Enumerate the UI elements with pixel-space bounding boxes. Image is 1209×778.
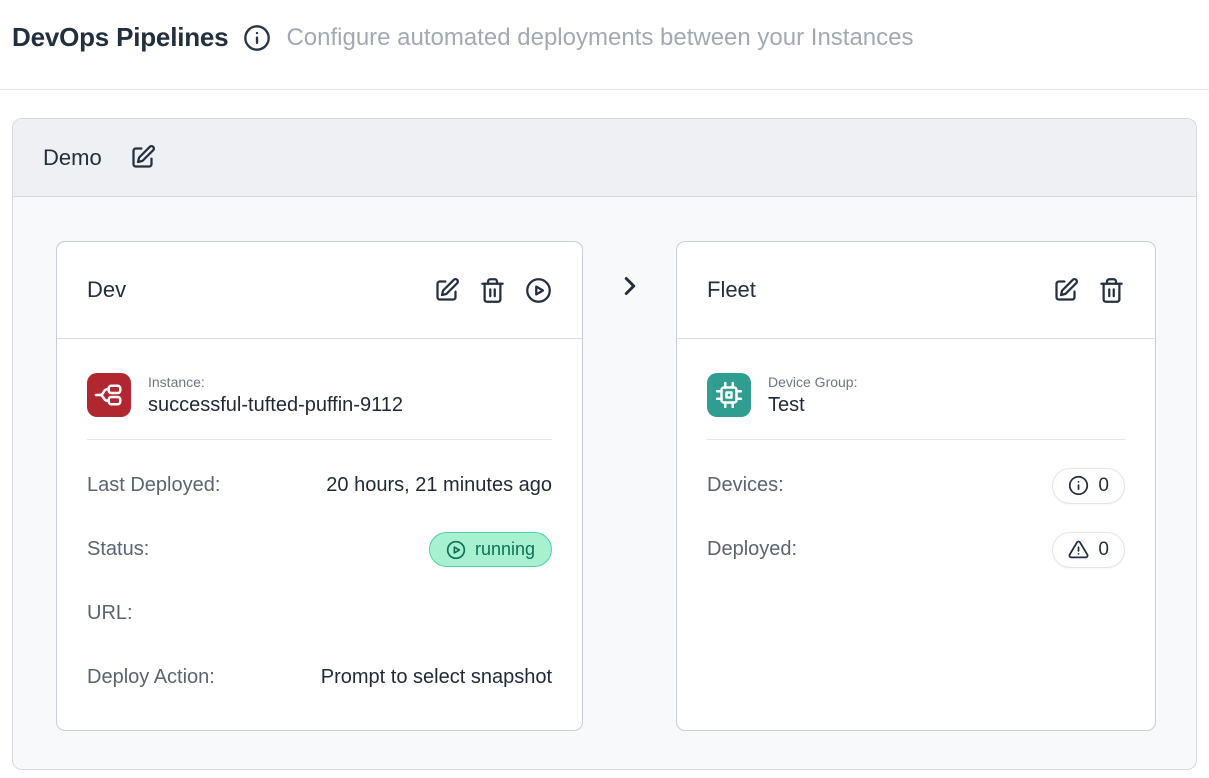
fleet-stage-card: Fleet (676, 241, 1156, 731)
status-row: Status: running (87, 531, 552, 568)
device-group-info: Device Group: Test (768, 374, 857, 417)
instance-label: Instance: (148, 374, 403, 390)
edit-icon (129, 144, 156, 171)
device-group-row: Device Group: Test (707, 373, 1125, 417)
deployed-label: Deployed: (707, 538, 797, 561)
page-header: DevOps Pipelines Configure automated dep… (0, 0, 1209, 90)
chevron-right-icon (615, 271, 645, 731)
edit-fleet-stage-button[interactable] (1052, 277, 1079, 304)
device-group-label: Device Group: (768, 374, 857, 390)
device-group-name: Test (768, 394, 857, 417)
devices-count: 0 (1098, 475, 1109, 497)
fleet-card-body: Device Group: Test Devices: 0 (677, 339, 1155, 568)
instance-name: successful-tufted-puffin-9112 (148, 394, 403, 417)
delete-fleet-stage-button[interactable] (1098, 277, 1125, 304)
pipeline-panel: Demo Dev (12, 118, 1197, 770)
edit-dev-stage-button[interactable] (433, 277, 460, 304)
status-label: Status: (87, 538, 149, 561)
edit-icon (433, 277, 460, 304)
fleet-card-header: Fleet (677, 242, 1155, 339)
pipeline-panel-header: Demo (13, 119, 1196, 197)
last-deployed-row: Last Deployed: 20 hours, 21 minutes ago (87, 467, 552, 504)
edit-pipeline-button[interactable] (129, 144, 156, 171)
dev-stage-card: Dev (56, 241, 583, 731)
deploy-action-row: Deploy Action: Prompt to select snapshot (87, 659, 552, 696)
instance-info: Instance: successful-tufted-puffin-9112 (148, 374, 403, 417)
deploy-action-label: Deploy Action: (87, 666, 215, 689)
dev-card-actions (433, 277, 552, 304)
deployed-count: 0 (1098, 539, 1109, 561)
pipeline-name: Demo (43, 145, 102, 171)
chip-icon (707, 373, 751, 417)
pipeline-panel-body: Dev (13, 197, 1196, 731)
fleet-card-title: Fleet (707, 277, 756, 303)
pipeline-connector (583, 241, 676, 731)
last-deployed-label: Last Deployed: (87, 474, 220, 497)
dev-card-title: Dev (87, 277, 126, 303)
devices-row: Devices: 0 (707, 467, 1125, 504)
play-circle-icon (525, 277, 552, 304)
edit-icon (1052, 277, 1079, 304)
deployed-row: Deployed: 0 (707, 531, 1125, 568)
deployed-count-badge[interactable]: 0 (1052, 532, 1125, 568)
devices-count-badge[interactable]: 0 (1052, 468, 1125, 504)
pipeline-icon (87, 373, 131, 417)
instance-row: Instance: successful-tufted-puffin-9112 (87, 373, 552, 417)
status-badge: running (429, 532, 552, 567)
url-row: URL: (87, 595, 552, 632)
page-subtitle: Configure automated deployments between … (286, 24, 913, 52)
play-circle-icon (446, 540, 466, 560)
deploy-action-value: Prompt to select snapshot (321, 666, 552, 689)
trash-icon (1098, 277, 1125, 304)
run-deploy-button[interactable] (525, 277, 552, 304)
info-icon[interactable] (243, 24, 271, 52)
dev-card-body: Instance: successful-tufted-puffin-9112 … (57, 339, 582, 696)
warning-triangle-icon (1068, 539, 1089, 560)
info-icon (1068, 475, 1089, 496)
delete-dev-stage-button[interactable] (479, 277, 506, 304)
last-deployed-value: 20 hours, 21 minutes ago (326, 474, 552, 497)
dev-card-header: Dev (57, 242, 582, 339)
trash-icon (479, 277, 506, 304)
devices-label: Devices: (707, 474, 784, 497)
url-label: URL: (87, 602, 133, 625)
fleet-card-actions (1052, 277, 1125, 304)
divider (87, 439, 552, 440)
status-text: running (475, 539, 535, 560)
divider (707, 439, 1125, 440)
page-title: DevOps Pipelines (12, 22, 228, 53)
